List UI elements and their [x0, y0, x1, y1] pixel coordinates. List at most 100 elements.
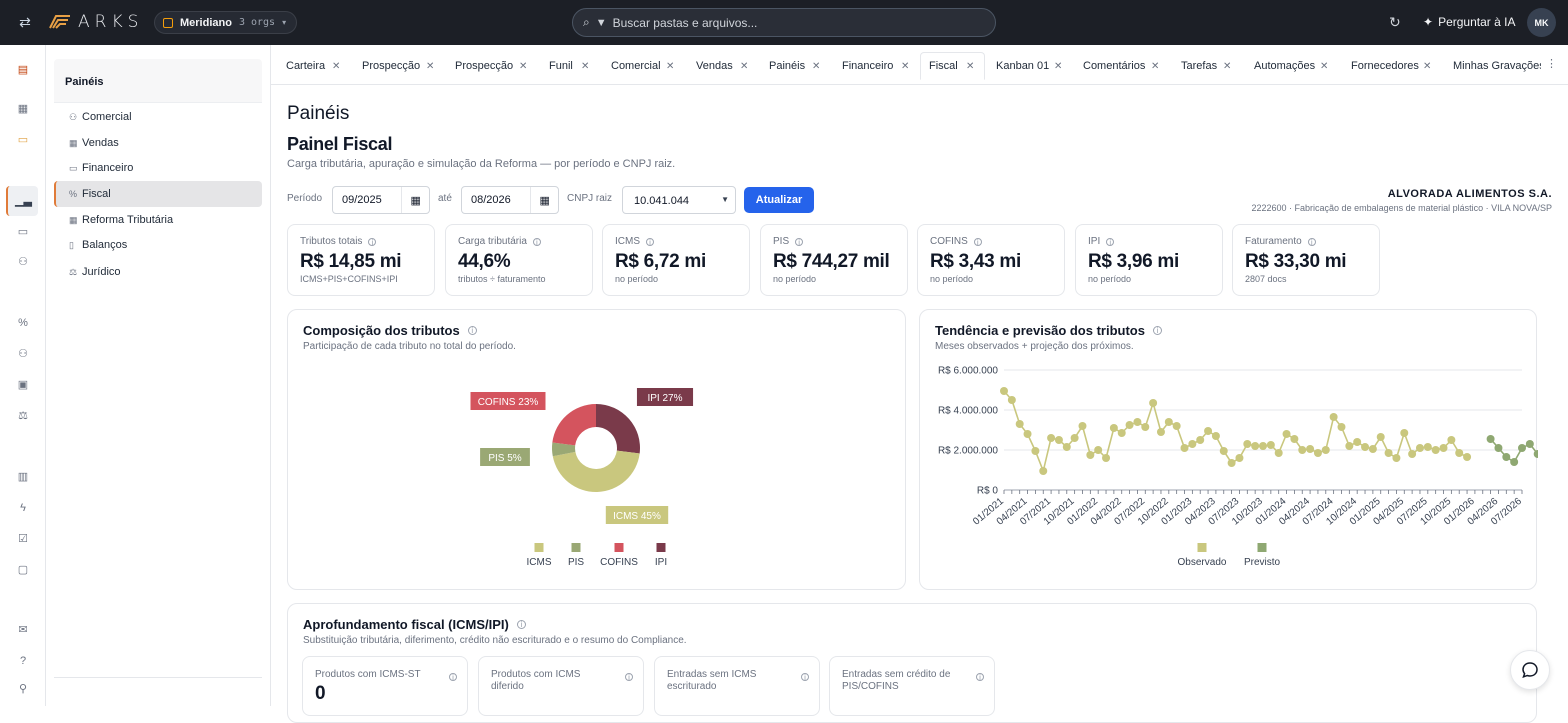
search-bar[interactable]: ⌕ ▼	[572, 8, 996, 37]
org-switcher[interactable]: Meridiano 3 orgs ▾	[154, 11, 298, 34]
home-icon[interactable]: ▤	[15, 62, 31, 78]
sidebar-item-juridico[interactable]: ⚖ Jurídico	[54, 259, 262, 285]
info-icon[interactable]: i	[973, 237, 982, 246]
percent-icon[interactable]: %	[15, 315, 31, 331]
tab-automacoes[interactable]: Automações ✕	[1254, 52, 1334, 80]
info-icon[interactable]: i	[1106, 237, 1115, 246]
calendar-icon[interactable]: ▦	[530, 187, 558, 213]
kpi-value: R$ 33,30 mi	[1245, 251, 1347, 272]
sidebar-item-balancos[interactable]: ▯ Balanços	[54, 232, 262, 258]
deep-kpi-card: Entradas sem crédito de PIS/COFINS i	[829, 656, 995, 716]
cnpj-label: CNPJ raiz	[567, 193, 613, 204]
scale-icon[interactable]: ⚖	[15, 408, 31, 424]
card-subtitle: Substituição tributária, diferimento, cr…	[303, 635, 687, 646]
tab-fiscal[interactable]: Fiscal ✕	[920, 52, 985, 80]
data-point-observado	[1007, 396, 1016, 404]
pie-data-label: ICMS 45%	[613, 511, 661, 522]
data-point-observado	[1306, 445, 1315, 453]
tab-comercial[interactable]: Comercial ✕	[611, 52, 677, 80]
sidebar-item-financeiro[interactable]: ▭ Financeiro	[54, 155, 262, 181]
close-icon[interactable]: ✕	[1223, 61, 1231, 72]
more-icon[interactable]: ⋮	[1546, 57, 1557, 70]
info-icon[interactable]: i	[449, 673, 457, 682]
period-to-field[interactable]: 08/2026 ▦	[461, 186, 559, 214]
tab-prospeccao[interactable]: Prospecção ✕	[362, 52, 442, 80]
calendar-icon[interactable]: ▦	[401, 187, 429, 213]
sidebar-item-reforma-tributaria[interactable]: ▦ Reforma Tributária	[54, 207, 262, 233]
pie-data-label: PIS 5%	[488, 453, 521, 464]
close-icon[interactable]: ✕	[1054, 61, 1062, 72]
card-icon[interactable]: ▭	[15, 224, 31, 240]
close-icon[interactable]: ✕	[901, 61, 909, 72]
tab-label: Prospecção	[455, 60, 514, 72]
company-description: 2222600 · Fabricação de embalagens de ma…	[1251, 203, 1553, 213]
close-icon[interactable]: ✕	[581, 61, 589, 72]
data-point-observado	[1219, 447, 1228, 455]
close-icon[interactable]: ✕	[740, 61, 748, 72]
avatar[interactable]: MK	[1527, 8, 1556, 37]
info-icon[interactable]: i	[368, 237, 377, 246]
chat-icon[interactable]: ▢	[15, 562, 31, 578]
users-icon[interactable]: ⚇	[15, 254, 31, 270]
ask-ai-button[interactable]: ✦ Perguntar à IA	[1423, 15, 1515, 29]
filter-icon[interactable]: ▼	[596, 17, 607, 29]
pin-icon[interactable]: ⚲	[15, 681, 31, 697]
info-icon[interactable]: i	[795, 237, 804, 246]
tab-funil[interactable]: Funil ✕	[549, 52, 599, 80]
help-icon[interactable]: ?	[15, 653, 31, 669]
refresh-icon[interactable]: ↻	[1389, 14, 1401, 31]
tab-prospeccao-2[interactable]: Prospecção ✕	[455, 52, 535, 80]
team-icon[interactable]: ⚇	[15, 346, 31, 362]
sidebar-item-comercial[interactable]: ⚇ Comercial	[54, 104, 262, 130]
brand-logo[interactable]: ARKS	[48, 12, 143, 32]
data-point-observado	[1392, 454, 1401, 462]
building-icon[interactable]: ▦	[15, 101, 31, 117]
tab-tarefas[interactable]: Tarefas ✕	[1181, 52, 1241, 80]
kpi-card: ICMS i R$ 6,72 mi no período	[602, 224, 750, 296]
info-icon[interactable]: i	[976, 673, 984, 682]
close-icon[interactable]: ✕	[426, 61, 434, 72]
tab-comentarios[interactable]: Comentários ✕	[1083, 52, 1163, 80]
tab-carteira[interactable]: Carteira ✕	[286, 52, 352, 80]
close-icon[interactable]: ✕	[519, 61, 527, 72]
checklist-icon[interactable]: ☑	[15, 531, 31, 547]
info-icon[interactable]: i	[646, 237, 654, 246]
image-icon[interactable]: ▣	[15, 377, 31, 393]
tab-fornecedores[interactable]: Fornecedores ✕	[1351, 52, 1437, 80]
tab-financeiro[interactable]: Financeiro ✕	[842, 52, 909, 80]
bar-chart-icon[interactable]: ▁▃	[15, 193, 32, 209]
lightning-icon[interactable]: ϟ	[15, 500, 31, 516]
book-icon[interactable]: ▥	[15, 469, 31, 485]
period-from-field[interactable]: 09/2025 ▦	[332, 186, 430, 214]
sidebar-item-fiscal[interactable]: % Fiscal	[54, 181, 262, 207]
info-icon[interactable]: i	[532, 237, 541, 246]
close-icon[interactable]: ✕	[966, 61, 974, 72]
cnpj-select[interactable]: 10.041.044 ▼	[622, 186, 736, 214]
sidebar-item-label: Vendas	[82, 137, 119, 149]
close-icon[interactable]: ✕	[1320, 61, 1328, 72]
folder-icon[interactable]: ▭	[15, 132, 31, 148]
org-name: Meridiano	[180, 16, 232, 29]
mail-icon[interactable]: ✉	[15, 622, 31, 638]
tab-paineis[interactable]: Painéis ✕	[769, 52, 825, 80]
percent-icon: %	[69, 189, 78, 199]
sliders-icon[interactable]: ⇄	[16, 13, 34, 31]
tab-vendas[interactable]: Vendas ✕	[696, 52, 752, 80]
info-icon[interactable]: i	[1307, 237, 1316, 246]
legend-swatch	[571, 543, 581, 552]
search-input[interactable]	[612, 15, 973, 30]
info-icon[interactable]: i	[516, 620, 526, 629]
close-icon[interactable]: ✕	[332, 61, 340, 72]
close-icon[interactable]: ✕	[666, 61, 674, 72]
close-icon[interactable]: ✕	[1423, 61, 1431, 72]
close-icon[interactable]: ✕	[1151, 61, 1159, 72]
info-icon[interactable]: i	[625, 673, 633, 682]
tab-minhas-gravacoes[interactable]: Minhas Gravações	[1453, 52, 1541, 80]
update-button[interactable]: Atualizar	[744, 187, 814, 213]
data-point-observado	[1133, 418, 1142, 426]
info-icon[interactable]: i	[801, 673, 809, 682]
chat-button[interactable]	[1510, 650, 1550, 690]
tab-kanban-01[interactable]: Kanban 01 ✕	[996, 52, 1066, 80]
sidebar-item-vendas[interactable]: ▦ Vendas	[54, 130, 262, 156]
close-icon[interactable]: ✕	[812, 61, 820, 72]
